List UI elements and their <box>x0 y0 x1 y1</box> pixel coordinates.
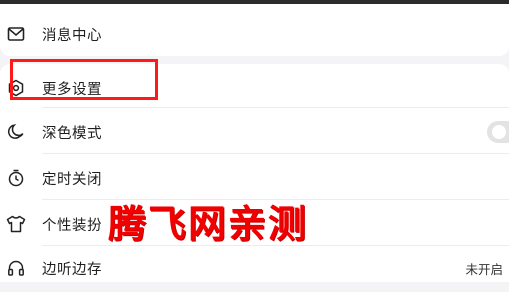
headphones-icon <box>6 258 26 278</box>
timer-icon <box>6 168 26 188</box>
dark-mode-toggle[interactable] <box>487 121 509 143</box>
watermark-text: 腾飞网亲测 <box>108 201 309 246</box>
mail-icon <box>6 24 26 44</box>
highlight-box <box>10 59 158 100</box>
menu-item-dark-mode[interactable]: 深色模式 <box>0 108 509 156</box>
tshirt-icon <box>6 214 26 234</box>
menu-item-message-center[interactable]: 消息中心 <box>0 10 509 58</box>
menu-item-label: 边听边存 <box>42 261 102 278</box>
moon-icon <box>6 122 26 142</box>
menu-item-listen-while-save[interactable]: 边听边存 未开启 <box>0 244 509 292</box>
menu-item-label: 消息中心 <box>42 27 102 44</box>
menu-group-1: 消息中心 <box>0 4 509 56</box>
menu-item-label: 个性装扮 <box>42 217 102 234</box>
status-text: 未开启 <box>465 261 503 277</box>
menu-item-label: 深色模式 <box>42 125 102 142</box>
menu-item-label: 定时关闭 <box>42 171 102 188</box>
